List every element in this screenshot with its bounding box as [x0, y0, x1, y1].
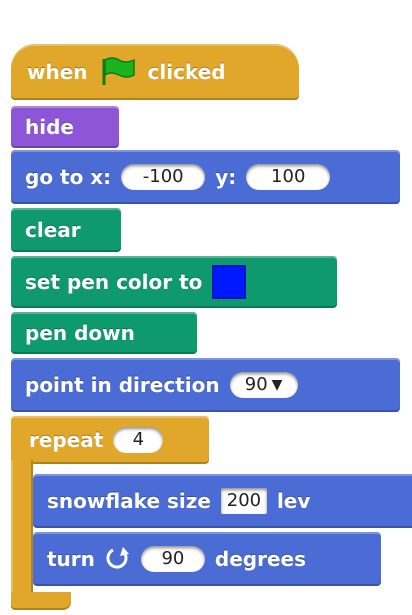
repeat-arm — [11, 460, 33, 608]
turn-label: turn — [47, 547, 95, 571]
when-flag-clicked-block[interactable]: when clicked — [11, 44, 299, 100]
repeat-foot — [11, 592, 71, 610]
set-pen-color-label: set pen color to — [25, 270, 203, 294]
y-label: y: — [215, 165, 237, 189]
clicked-label: clicked — [147, 60, 226, 84]
turn-block[interactable]: turn 90 degrees — [33, 532, 381, 586]
pen-color-swatch[interactable] — [212, 265, 247, 299]
repeat-label: repeat — [29, 428, 104, 452]
point-in-direction-block[interactable]: point in direction 90 ▼ — [11, 358, 400, 412]
when-label: when — [27, 60, 88, 84]
clear-label: clear — [25, 218, 81, 242]
rotate-clockwise-icon — [105, 544, 131, 575]
snowflake-block[interactable]: snowflake size 200 lev — [33, 474, 412, 528]
point-in-direction-label: point in direction — [25, 373, 220, 397]
repeat-block[interactable]: repeat 4 — [11, 416, 209, 464]
go-to-x-label: go to x: — [25, 165, 112, 189]
set-pen-color-block[interactable]: set pen color to — [11, 256, 337, 308]
green-flag-icon — [98, 55, 138, 90]
chevron-down-icon: ▼ — [271, 377, 283, 393]
hide-label: hide — [25, 115, 74, 139]
go-to-xy-block[interactable]: go to x: -100 y: 100 — [11, 150, 400, 204]
direction-dropdown[interactable]: 90 ▼ — [229, 372, 298, 398]
snowflake-size-label: snowflake size — [47, 489, 211, 513]
direction-value: 90 — [244, 374, 268, 395]
y-input[interactable]: 100 — [246, 164, 331, 190]
clear-block[interactable]: clear — [11, 208, 121, 252]
snowflake-level-label: lev — [276, 489, 311, 513]
turn-degrees-input[interactable]: 90 — [140, 546, 205, 572]
snowflake-size-input[interactable]: 200 — [220, 488, 267, 514]
x-input[interactable]: -100 — [121, 164, 206, 190]
repeat-count-input[interactable]: 4 — [113, 427, 164, 453]
degrees-label: degrees — [214, 547, 306, 571]
hide-block[interactable]: hide — [11, 106, 119, 148]
pen-down-label: pen down — [25, 321, 135, 345]
pen-down-block[interactable]: pen down — [11, 312, 197, 354]
